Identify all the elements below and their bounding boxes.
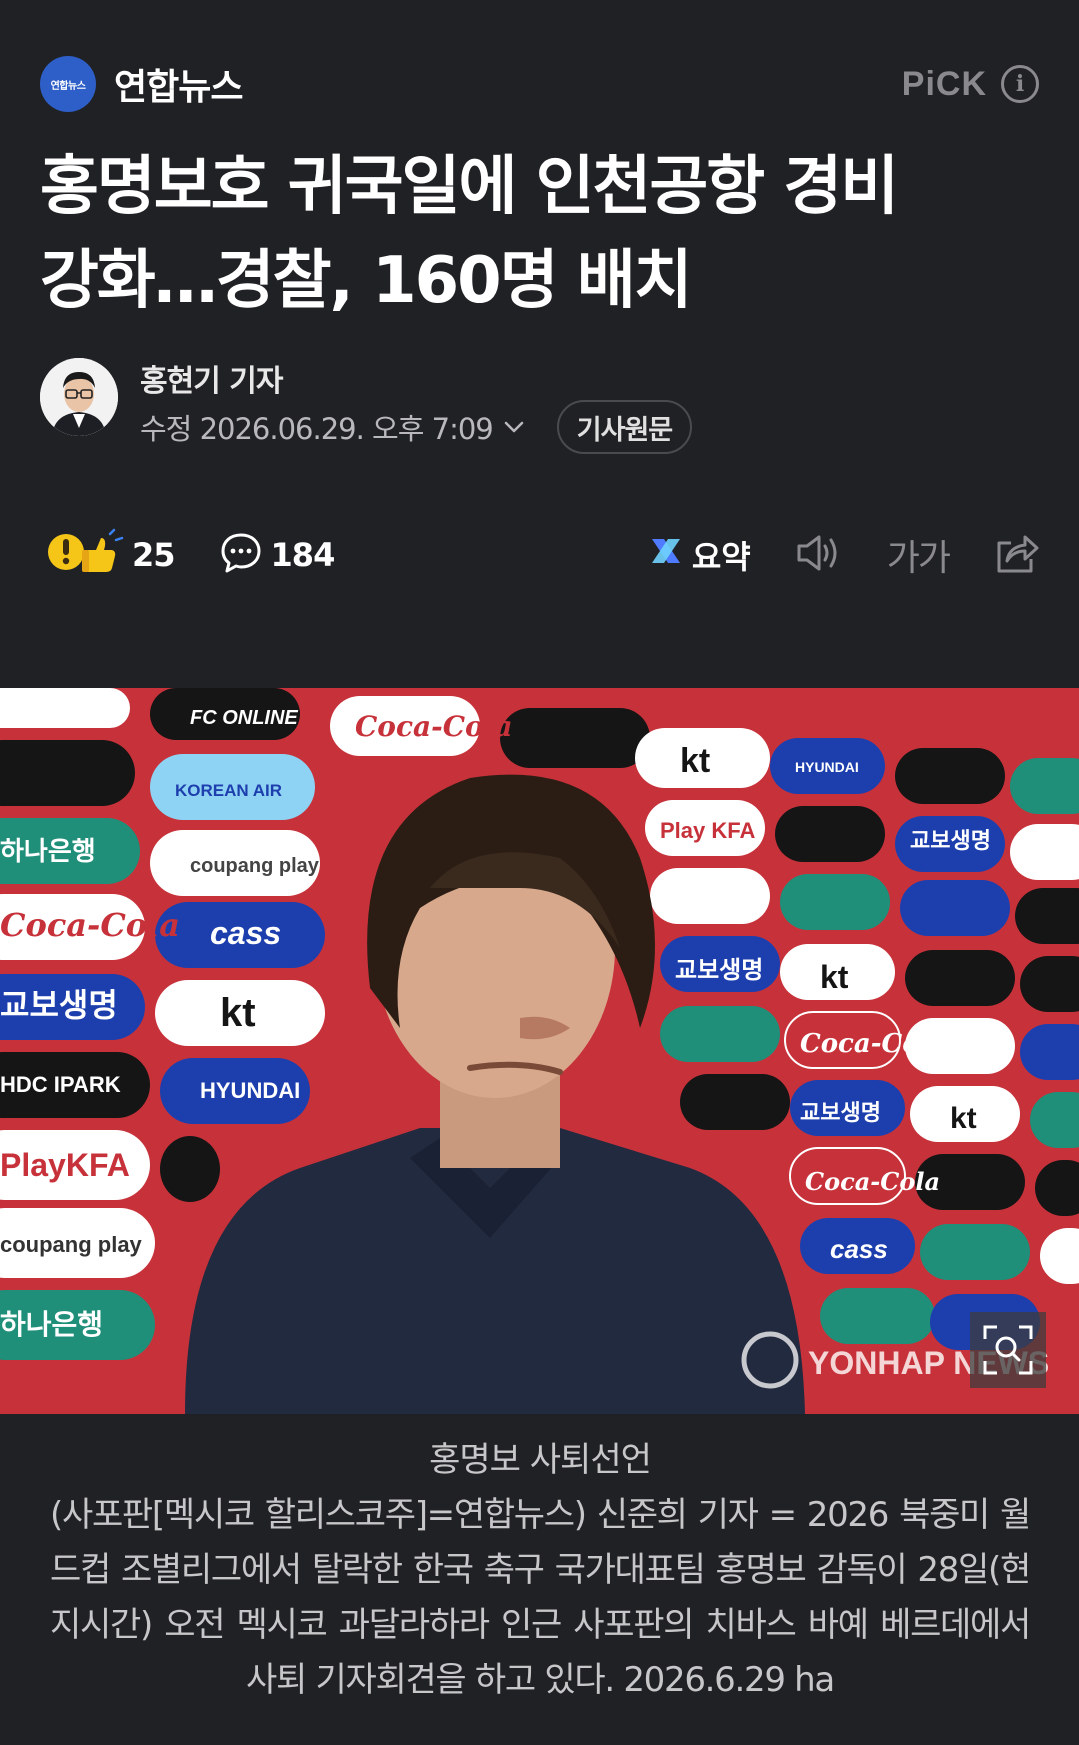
headline-line-2: 강화…경찰, 160명 배치 [40, 244, 693, 318]
reaction-button[interactable]: 25 [46, 528, 176, 582]
svg-text:HDC IPARK: HDC IPARK [0, 1072, 121, 1097]
pick-label: PiCK [901, 64, 987, 103]
zoom-icon [981, 1323, 1035, 1377]
summary-icon [648, 533, 684, 577]
svg-text:HYUNDAI: HYUNDAI [200, 1078, 300, 1103]
svg-text:coupang play: coupang play [190, 855, 320, 877]
summary-button[interactable]: 요약 [648, 532, 751, 578]
svg-text:교보생명: 교보생명 [800, 1100, 881, 1125]
svg-text:교보생명: 교보생명 [0, 987, 118, 1023]
svg-text:PlayKFA: PlayKFA [0, 1147, 130, 1183]
article-page: 연합뉴스 연합뉴스 PiCK i 홍명보호 귀국일에 인천공항 경비 강화…경찰… [0, 0, 1079, 1745]
headline-line-1: 홍명보호 귀국일에 인천공항 경비 [40, 150, 899, 224]
font-size-icon[interactable]: 가가 [887, 529, 951, 581]
svg-text:FC ONLINE: FC ONLINE [190, 707, 298, 729]
svg-text:Play KFA: Play KFA [660, 818, 755, 843]
right-actions: 요약 가가 [648, 529, 1039, 581]
article-photo[interactable]: FC ONLINE Coca-Cola KOREAN AIR 하나은행 coup… [0, 688, 1079, 1414]
pick-area: PiCK i [902, 65, 1039, 104]
share-icon[interactable] [993, 531, 1039, 579]
zoom-button[interactable] [970, 1312, 1046, 1388]
reaction-emoji-icon [46, 528, 124, 582]
press-header: 연합뉴스 연합뉴스 PiCK i [40, 54, 1039, 114]
avatar[interactable] [40, 358, 118, 436]
svg-text:Coca-Cola: Coca-Cola [805, 1167, 940, 1196]
meta-line: 수정 2026.06.29. 오후 7:09 기사원문 [140, 400, 693, 454]
info-icon[interactable]: i [1001, 65, 1039, 103]
svg-text:KOREAN AIR: KOREAN AIR [175, 781, 282, 800]
svg-text:교보생명: 교보생명 [910, 828, 991, 853]
svg-text:cass: cass [210, 915, 281, 951]
comment-count: 184 [270, 536, 336, 574]
author-row: 홍현기 기자 수정 2026.06.29. 오후 7:09 기사원문 [40, 356, 1039, 454]
summary-label: 요약 [691, 538, 751, 576]
svg-text:kt: kt [950, 1102, 977, 1135]
svg-text:cass: cass [830, 1234, 888, 1264]
svg-text:하나은행: 하나은행 [0, 1309, 103, 1340]
press-conference-photo: FC ONLINE Coca-Cola KOREAN AIR 하나은행 coup… [0, 688, 1079, 1414]
comment-icon [219, 531, 263, 579]
svg-text:kt: kt [220, 991, 256, 1035]
svg-text:Coca-Cola: Coca-Cola [800, 1029, 946, 1059]
svg-text:HYUNDAI: HYUNDAI [795, 759, 859, 775]
svg-text:하나은행: 하나은행 [0, 836, 96, 866]
chevron-down-icon[interactable] [501, 414, 527, 440]
press-logo[interactable]: 연합뉴스 [40, 56, 96, 112]
article-headline: 홍명보호 귀국일에 인천공항 경비 강화…경찰, 160명 배치 [40, 140, 1050, 328]
caption-body: (사포판[멕시코 할리스코주]=연합뉴스) 신준희 기자 = 2026 북중미 … [50, 1495, 1031, 1700]
svg-text:kt: kt [680, 742, 710, 780]
author-name[interactable]: 홍현기 기자 [140, 356, 283, 400]
svg-text:교보생명: 교보생명 [675, 957, 763, 984]
press-name[interactable]: 연합뉴스 [114, 58, 243, 110]
action-bar: 25 184 요약 가가 [46, 528, 1039, 582]
svg-text:kt: kt [820, 959, 849, 995]
reaction-count: 25 [132, 536, 176, 574]
svg-text:coupang play: coupang play [0, 1232, 143, 1257]
photo-caption: 홍명보 사퇴선언 (사포판[멕시코 할리스코주]=연합뉴스) 신준희 기자 = … [50, 1432, 1031, 1708]
modified-date[interactable]: 수정 2026.06.29. 오후 7:09 [140, 406, 494, 448]
svg-text:Coca-Cola: Coca-Cola [0, 906, 180, 944]
speaker-icon[interactable] [795, 531, 843, 579]
caption-title: 홍명보 사퇴선언 [429, 1440, 652, 1480]
comment-button[interactable]: 184 [219, 531, 335, 579]
svg-text:Coca-Cola: Coca-Cola [355, 710, 513, 743]
original-article-button[interactable]: 기사원문 [556, 400, 693, 454]
